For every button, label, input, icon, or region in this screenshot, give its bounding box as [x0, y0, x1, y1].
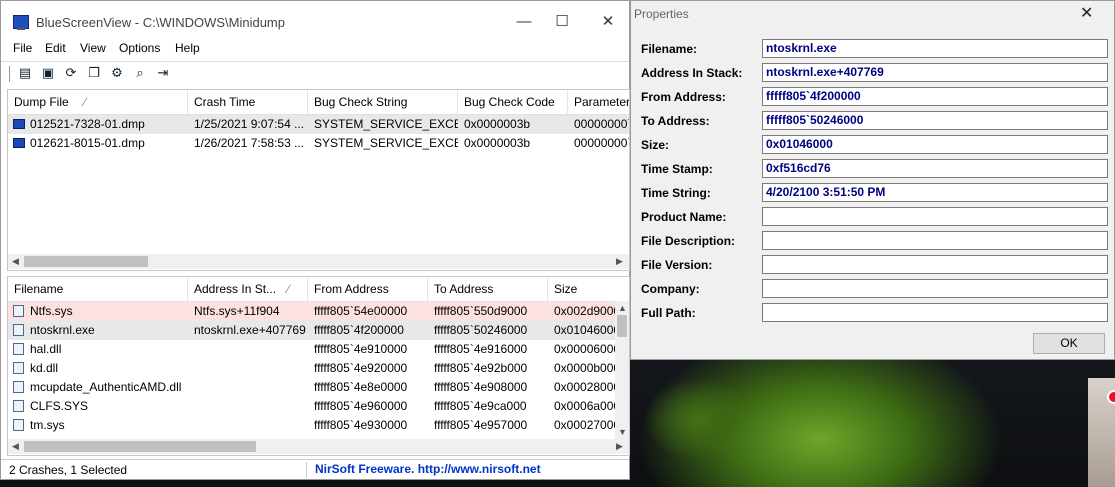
- label-file-version: File Version:: [641, 258, 713, 272]
- file-icon: [13, 419, 24, 431]
- sort-indicator-icon: ⁄: [84, 95, 87, 109]
- menu-view[interactable]: View: [80, 41, 106, 55]
- properties-icon[interactable]: ▤: [17, 65, 33, 81]
- scroll-left-icon[interactable]: ◀: [12, 441, 19, 452]
- sort-indicator-icon: ⁄: [287, 282, 290, 296]
- value-from-address[interactable]: fffff805`4f200000: [762, 87, 1108, 106]
- value-full-path[interactable]: [762, 303, 1108, 322]
- value-address-in-stack[interactable]: ntoskrnl.exe+407769: [762, 63, 1108, 82]
- dump-row[interactable]: 012521-7328-01.dmp 1/25/2021 9:07:54 ...…: [8, 115, 629, 134]
- title-bar[interactable]: BlueScreenView - C:\WINDOWS\Minidump — ☐…: [1, 1, 629, 41]
- toolbar-separator: [9, 66, 10, 82]
- scroll-down-icon[interactable]: ▼: [618, 427, 627, 437]
- menu-help[interactable]: Help: [175, 41, 200, 55]
- label-from-address: From Address:: [641, 90, 726, 104]
- value-size[interactable]: 0x01046000: [762, 135, 1108, 154]
- notification-dot-icon: [1107, 390, 1115, 404]
- status-summary: 2 Crashes, 1 Selected: [9, 463, 128, 477]
- bluescreenview-app-icon: [13, 15, 29, 30]
- module-row[interactable]: kd.dll fffff805`4e920000 fffff805`4e92b0…: [8, 359, 629, 378]
- scrollbar-thumb[interactable]: [24, 441, 256, 452]
- properties-dialog: Properties ✕ Filename: ntoskrnl.exe Addr…: [630, 0, 1115, 360]
- file-icon: [13, 381, 24, 393]
- menu-bar: File Edit View Options Help: [1, 41, 629, 59]
- menu-file[interactable]: File: [13, 41, 32, 55]
- value-time-string[interactable]: 4/20/2100 3:51:50 PM: [762, 183, 1108, 202]
- dump-row[interactable]: 012621-8015-01.dmp 1/26/2021 7:58:53 ...…: [8, 134, 629, 153]
- label-company: Company:: [641, 282, 700, 296]
- menu-edit[interactable]: Edit: [45, 41, 66, 55]
- file-icon: [13, 305, 24, 317]
- label-product-name: Product Name:: [641, 210, 727, 224]
- module-row[interactable]: Ntfs.sys Ntfs.sys+11f904 fffff805`54e000…: [8, 302, 629, 321]
- label-address-in-stack: Address In Stack:: [641, 66, 743, 80]
- value-product-name[interactable]: [762, 207, 1108, 226]
- status-separator: [306, 462, 307, 478]
- value-filename[interactable]: ntoskrnl.exe: [762, 39, 1108, 58]
- find-icon[interactable]: ⌕: [132, 65, 148, 81]
- nirsoft-link[interactable]: NirSoft Freeware. http://www.nirsoft.net: [315, 462, 541, 476]
- scroll-left-icon[interactable]: ◀: [12, 256, 19, 267]
- bluescreenview-window: BlueScreenView - C:\WINDOWS\Minidump — ☐…: [0, 0, 630, 480]
- label-to-address: To Address:: [641, 114, 710, 128]
- module-list-vertical-scrollbar[interactable]: ▲ ▼: [615, 301, 629, 439]
- menu-options[interactable]: Options: [119, 41, 160, 55]
- file-icon: [13, 362, 24, 374]
- minimize-button[interactable]: —: [509, 11, 539, 35]
- file-icon: [13, 324, 24, 336]
- value-file-version[interactable]: [762, 255, 1108, 274]
- scrollbar-thumb[interactable]: [24, 256, 148, 267]
- toolbar: ▤ ▣ ⟳ ❐ ⚙ ⌕ ⇥: [1, 61, 629, 86]
- column-parameter[interactable]: Parameter: [568, 90, 629, 114]
- maximize-button[interactable]: ☐: [547, 11, 577, 35]
- dump-list: Dump File ⁄ Crash Time Bug Check String …: [7, 89, 630, 271]
- refresh-icon[interactable]: ⟳: [63, 65, 79, 81]
- scroll-up-icon[interactable]: ▲: [618, 303, 627, 313]
- file-icon: [13, 400, 24, 412]
- ok-button[interactable]: OK: [1033, 333, 1105, 354]
- save-icon[interactable]: ▣: [40, 65, 56, 81]
- label-file-description: File Description:: [641, 234, 736, 248]
- column-from-address[interactable]: From Address: [308, 277, 428, 301]
- column-address-in-stack[interactable]: Address In St... ⁄: [188, 277, 308, 301]
- value-company[interactable]: [762, 279, 1108, 298]
- module-list-header: Filename Address In St... ⁄ From Address…: [8, 277, 629, 302]
- scrollbar-thumb[interactable]: [617, 315, 627, 337]
- module-row[interactable]: mcupdate_AuthenticAMD.dll fffff805`4e8e0…: [8, 378, 629, 397]
- column-to-address[interactable]: To Address: [428, 277, 548, 301]
- column-crash-time[interactable]: Crash Time: [188, 90, 308, 114]
- status-bar: 2 Crashes, 1 Selected NirSoft Freeware. …: [1, 459, 629, 480]
- module-row[interactable]: CLFS.SYS fffff805`4e960000 fffff805`4e9c…: [8, 397, 629, 416]
- module-list-horizontal-scrollbar[interactable]: ◀ ▶: [8, 439, 629, 454]
- module-row[interactable]: ntoskrnl.exe ntoskrnl.exe+407769 fffff80…: [8, 321, 629, 340]
- column-filename[interactable]: Filename: [8, 277, 188, 301]
- exit-icon[interactable]: ⇥: [155, 65, 171, 81]
- value-to-address[interactable]: fffff805`50246000: [762, 111, 1108, 130]
- options-icon[interactable]: ⚙: [109, 65, 125, 81]
- label-full-path: Full Path:: [641, 306, 696, 320]
- window-title: BlueScreenView - C:\WINDOWS\Minidump: [36, 15, 285, 30]
- file-icon: [13, 343, 24, 355]
- dialog-close-button[interactable]: ✕: [1080, 3, 1093, 23]
- scroll-right-icon[interactable]: ▶: [616, 441, 623, 452]
- dialog-title: Properties: [634, 7, 689, 21]
- module-list: Filename Address In St... ⁄ From Address…: [7, 276, 630, 456]
- close-button[interactable]: ✕: [593, 11, 623, 35]
- label-time-stamp: Time Stamp:: [641, 162, 713, 176]
- label-size: Size:: [641, 138, 670, 152]
- label-filename: Filename:: [641, 42, 698, 56]
- dump-list-horizontal-scrollbar[interactable]: ◀ ▶: [8, 254, 629, 269]
- column-bug-check-string[interactable]: Bug Check String: [308, 90, 458, 114]
- value-time-stamp[interactable]: 0xf516cd76: [762, 159, 1108, 178]
- dump-list-header: Dump File ⁄ Crash Time Bug Check String …: [8, 90, 629, 115]
- module-row[interactable]: tm.sys fffff805`4e930000 fffff805`4e9570…: [8, 416, 629, 435]
- column-size[interactable]: Size: [548, 277, 629, 301]
- value-file-description[interactable]: [762, 231, 1108, 250]
- scroll-right-icon[interactable]: ▶: [616, 256, 623, 267]
- column-bug-check-code[interactable]: Bug Check Code: [458, 90, 568, 114]
- column-dump-file[interactable]: Dump File ⁄: [8, 90, 188, 114]
- label-time-string: Time String:: [641, 186, 711, 200]
- module-row[interactable]: hal.dll fffff805`4e910000 fffff805`4e916…: [8, 340, 629, 359]
- copy-icon[interactable]: ❐: [86, 65, 102, 81]
